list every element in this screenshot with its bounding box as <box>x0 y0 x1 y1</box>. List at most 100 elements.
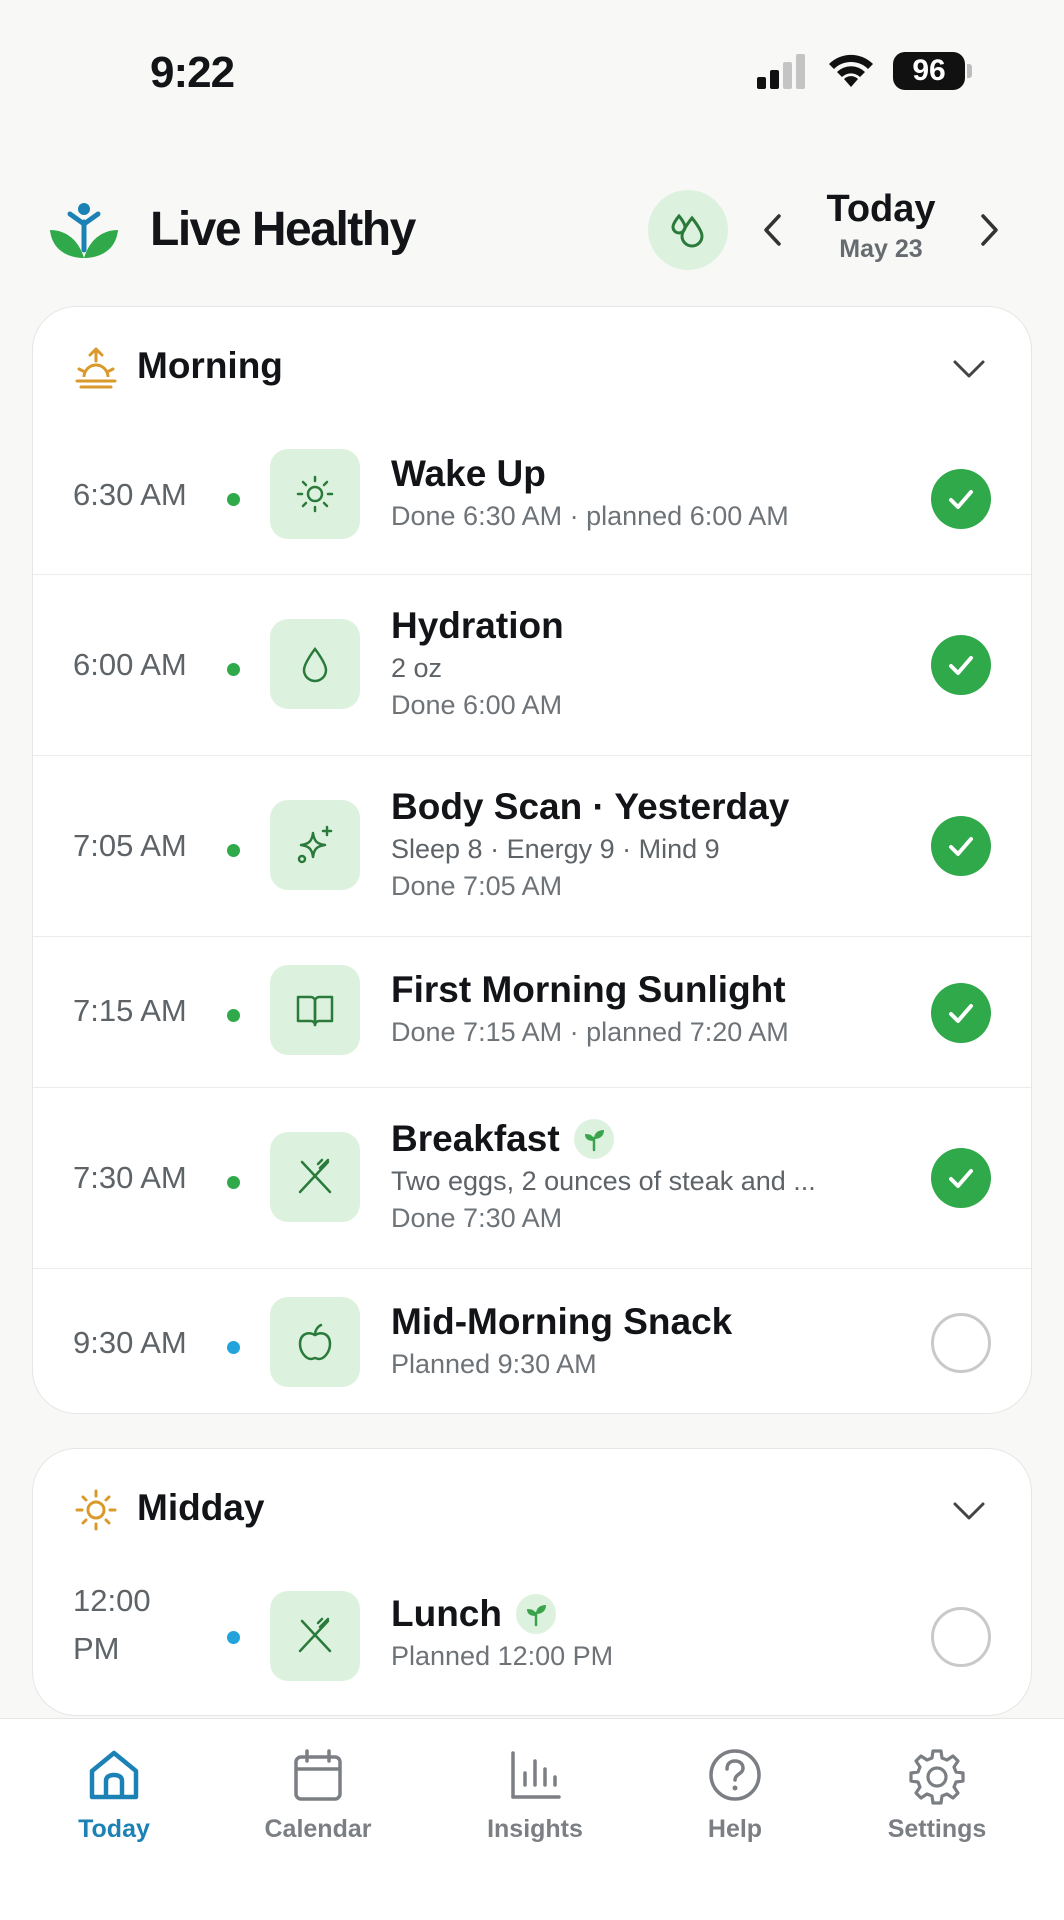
row-title-text: Wake Up <box>391 453 546 494</box>
completed-checkbox[interactable] <box>931 469 991 529</box>
sprout-icon <box>584 1130 604 1152</box>
cellular-signal-icon <box>757 54 805 89</box>
morning-section-title: Morning <box>137 345 283 386</box>
tab-calendar[interactable]: Calendar <box>228 1745 408 1844</box>
row-content: Wake Up Done 6:30 AM · planned 6:00 AM <box>391 453 911 532</box>
routine-row-lunch[interactable]: 12:00 PM Lunch Planned 12:00 PM <box>33 1565 1031 1715</box>
tab-help[interactable]: Help <box>645 1745 825 1844</box>
tab-label: Calendar <box>264 1815 372 1843</box>
row-detail: Planned 12:00 PM <box>391 1641 614 1671</box>
row-detail: Two eggs, 2 ounces of steak and ... <box>391 1166 816 1196</box>
chevron-right-icon <box>981 214 998 246</box>
checkmark-icon <box>949 656 973 675</box>
completed-checkbox[interactable] <box>931 816 991 876</box>
hydration-quick-button[interactable] <box>648 190 728 270</box>
row-title: Body Scan · Yesterday <box>391 786 911 828</box>
completed-checkbox[interactable] <box>931 1148 991 1208</box>
row-content: First Morning Sunlight Done 7:15 AM · pl… <box>391 969 911 1048</box>
wifi-icon <box>829 54 873 87</box>
routine-row-mid-morning-snack[interactable]: 9:30 AM Mid-Morning Snack Planned 9:30 A… <box>33 1269 1031 1413</box>
status-dot <box>227 1009 240 1022</box>
row-content: Hydration 2 oz Done 6:00 AM <box>391 605 911 721</box>
row-time: 7:05 AM <box>73 828 187 863</box>
battery-level: 96 <box>893 52 965 90</box>
row-title-text: Lunch <box>391 1593 502 1634</box>
row-detail: 2 oz <box>391 653 443 683</box>
row-title-text: Mid-Morning Snack <box>391 1301 733 1342</box>
checkmark-icon <box>949 837 973 856</box>
row-title-text: Hydration <box>391 605 564 646</box>
battery-indicator: 96 <box>893 52 972 90</box>
routine-row-breakfast[interactable]: 7:30 AM Breakfast Two eggs, 2 ounces of … <box>33 1088 1031 1269</box>
row-detail: Sleep 8 · Energy 9 · Mind 9 <box>391 834 720 864</box>
row-time: 9:30 AM <box>73 1325 187 1360</box>
incomplete-checkbox[interactable] <box>931 1313 991 1373</box>
completed-checkbox[interactable] <box>931 635 991 695</box>
chevron-down-icon[interactable] <box>951 351 987 387</box>
chevron-left-icon <box>764 214 781 246</box>
tab-insights[interactable]: Insights <box>445 1745 625 1844</box>
apple-icon <box>298 1323 332 1361</box>
date-subtitle: May 23 <box>839 235 923 263</box>
status-dot <box>227 844 240 857</box>
plant-based-badge <box>573 1119 614 1159</box>
status-dot <box>227 493 240 506</box>
row-done-time: Done 7:05 AM <box>391 871 563 901</box>
status-time: 9:22 <box>150 48 235 97</box>
sprout-icon <box>526 1605 546 1627</box>
app-title: Live Healthy <box>150 203 416 256</box>
row-done-time: Done 7:30 AM <box>391 1203 563 1233</box>
routine-row-morning-sunlight[interactable]: 7:15 AM First Morning Sunlight Done 7:15… <box>33 937 1031 1088</box>
row-content: Mid-Morning Snack Planned 9:30 AM <box>391 1301 911 1380</box>
completed-checkbox[interactable] <box>931 983 991 1043</box>
book-icon <box>296 995 334 1027</box>
row-time: 12:00 PM <box>73 1577 151 1673</box>
row-icon-box <box>270 1297 360 1387</box>
morning-section-header[interactable]: Morning <box>33 307 1031 423</box>
tab-today[interactable]: Today <box>24 1745 204 1844</box>
previous-day-button[interactable] <box>752 206 792 254</box>
row-icon-box <box>270 1132 360 1222</box>
row-time: 7:15 AM <box>73 993 187 1028</box>
status-dot <box>227 1631 240 1644</box>
sun-icon <box>296 475 334 513</box>
row-detail: Done 6:30 AM · planned 6:00 AM <box>391 501 789 531</box>
date-title: Today <box>826 188 936 230</box>
calendar-icon <box>294 1749 342 1801</box>
row-time: 7:30 AM <box>73 1160 187 1195</box>
morning-section-card: Morning 6:30 AM Wake Up Done 6:30 AM · p… <box>32 306 1032 1414</box>
tab-settings[interactable]: Settings <box>847 1745 1027 1844</box>
row-icon-box <box>270 1591 360 1681</box>
status-bar: 9:22 96 <box>0 0 1064 140</box>
app-logo-icon <box>50 203 118 258</box>
routine-row-wake-up[interactable]: 6:30 AM Wake Up Done 6:30 AM · planned 6… <box>33 423 1031 575</box>
row-title-text: Breakfast <box>391 1118 560 1159</box>
midday-section-header[interactable]: Midday <box>33 1449 1031 1565</box>
row-content: Breakfast Two eggs, 2 ounces of steak an… <box>391 1118 911 1234</box>
routine-row-hydration[interactable]: 6:00 AM Hydration 2 oz Done 6:00 AM <box>33 575 1031 756</box>
row-title: Hydration <box>391 605 911 647</box>
row-icon-box <box>270 965 360 1055</box>
midday-section-title: Midday <box>137 1487 265 1528</box>
gear-icon <box>909 1749 965 1805</box>
row-content: Body Scan · Yesterday Sleep 8 · Energy 9… <box>391 786 911 902</box>
bar-chart-icon <box>511 1751 561 1799</box>
tab-label: Settings <box>887 1815 987 1843</box>
row-title-text: First Morning Sunlight <box>391 969 786 1010</box>
checkmark-icon <box>949 490 973 509</box>
status-dot <box>227 1176 240 1189</box>
next-day-button[interactable] <box>970 206 1010 254</box>
row-icon-box <box>270 449 360 539</box>
row-time: 6:00 AM <box>73 647 187 682</box>
row-title: Wake Up <box>391 453 911 495</box>
row-content: Lunch Planned 12:00 PM <box>391 1593 911 1672</box>
sparkles-icon <box>297 825 333 864</box>
tab-label: Insights <box>487 1815 583 1843</box>
water-drop-icon <box>302 646 328 683</box>
routine-row-body-scan[interactable]: 7:05 AM Body Scan · Yesterday Sleep 8 · … <box>33 756 1031 937</box>
row-title: First Morning Sunlight <box>391 969 911 1011</box>
chevron-down-icon[interactable] <box>951 1493 987 1529</box>
home-icon <box>89 1750 139 1800</box>
status-icons: 96 <box>755 52 972 90</box>
incomplete-checkbox[interactable] <box>931 1607 991 1667</box>
